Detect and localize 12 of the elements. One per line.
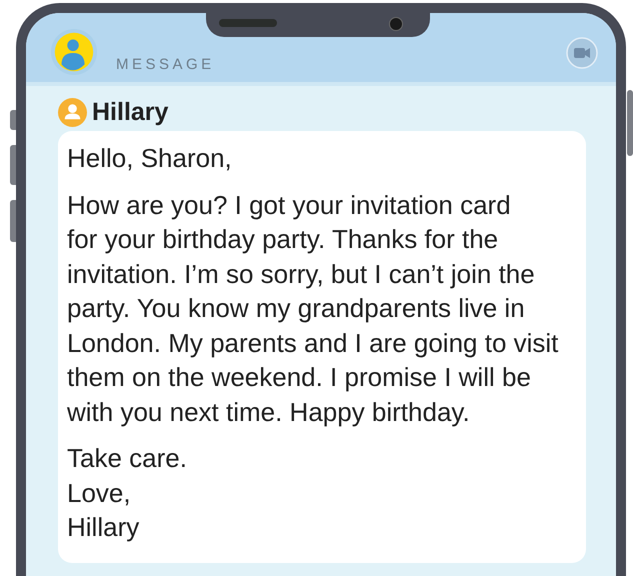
- sender-name: Hillary: [92, 98, 168, 127]
- closing-text: Love,: [67, 476, 131, 510]
- header-title: MESSAGE: [116, 56, 215, 73]
- avatar-icon: [50, 28, 98, 76]
- message-text: How are you? I got your invitation card for your birthday party. Thanks for the invitation. I’m so sorry, but I can’t join the party. You know my grandparents live in London. My parents and I are going to visit them on the weekend. I promise I will be with you next time. Happy birthday.: [67, 188, 560, 428]
- speaker-grille: [219, 19, 277, 27]
- greeting-text: Hello, Sharon,: [67, 142, 233, 175]
- closing-text: Hillary: [67, 511, 140, 544]
- user-icon: [58, 98, 87, 127]
- video-camera-icon[interactable]: [566, 37, 598, 69]
- closing-text: Take care.: [67, 442, 187, 475]
- camera-lens: [389, 17, 403, 31]
